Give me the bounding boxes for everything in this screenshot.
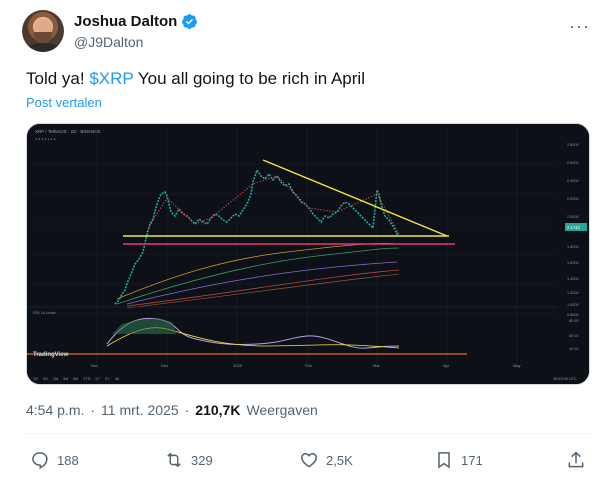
chart-symbol-header: XRP / TetherUS · 1D · BINANCE [35,129,100,134]
svg-text:3M: 3M [63,377,68,381]
bookmark-icon [438,452,450,469]
share-icon [568,451,584,468]
cashtag-link[interactable]: $XRP [89,69,133,88]
svg-text:● ● ● ● ● ● ●: ● ● ● ● ● ● ● [35,137,56,141]
svg-text:YTD: YTD [83,377,91,381]
svg-text:1.0000: 1.0000 [567,303,579,307]
svg-text:0.8000: 0.8000 [567,313,579,317]
verified-badge-icon [182,14,198,29]
reply-count: 188 [57,452,79,468]
views-count: 210,7K [195,402,241,418]
tweet-text: Told ya! $XRP You all going to be rich i… [26,68,365,90]
svg-text:40.00: 40.00 [569,347,579,351]
svg-text:2.4000: 2.4000 [567,179,579,183]
svg-text:1Y: 1Y [95,377,100,381]
svg-text:Mar: Mar [373,363,381,368]
svg-text:May: May [513,363,521,368]
action-bar: 188 329 2,5K 171 [26,450,590,476]
svg-text:2.2000: 2.2000 [567,197,579,201]
svg-text:15:53:08 UTC: 15:53:08 UTC [553,377,577,381]
svg-text:All: All [115,377,119,381]
views-label: Weergaven [246,402,318,418]
like-button[interactable]: 2,5K [299,450,353,470]
share-button[interactable] [566,450,586,470]
tweet-date[interactable]: 11 mrt. 2025 [101,402,179,418]
svg-text:2.0000: 2.0000 [567,215,579,219]
author-handle[interactable]: @J9Dalton [74,34,143,50]
translate-post-link[interactable]: Post vertalen [26,95,102,110]
svg-text:1.4000: 1.4000 [567,277,579,281]
tweet-time[interactable]: 4:54 p.m. [26,402,84,418]
svg-text:Apr: Apr [443,363,450,368]
reply-button[interactable]: 188 [30,450,79,470]
svg-text:2025: 2025 [233,363,243,368]
bookmark-button[interactable]: 171 [434,450,483,470]
repost-count: 329 [191,452,213,468]
svg-text:1M: 1M [53,377,58,381]
tweet-media-chart-image[interactable]: XRP / TetherUS · 1D · BINANCE ● ● ● ● ● … [26,123,590,385]
svg-text:5Y: 5Y [105,377,110,381]
svg-text:60.00: 60.00 [569,334,579,338]
reply-icon [32,452,48,469]
tweet-text-after: You all going to be rich in April [133,69,365,88]
tweet-text-before: Told ya! [26,69,90,88]
author-name[interactable]: Joshua Dalton [74,13,177,30]
svg-text:1.2000: 1.2000 [567,291,579,295]
svg-text:80.00: 80.00 [569,319,579,323]
svg-text:2.6000: 2.6000 [567,161,579,165]
divider [26,433,590,434]
svg-text:1.8000: 1.8000 [567,245,579,249]
svg-text:5D: 5D [43,377,48,381]
svg-text:2.8000: 2.8000 [567,143,579,147]
svg-text:Feb: Feb [305,363,313,368]
svg-text:Nov: Nov [91,363,98,368]
repost-button[interactable]: 329 [164,450,213,470]
chart-image-svg: XRP / TetherUS · 1D · BINANCE ● ● ● ● ● … [27,124,589,384]
svg-text:Dec: Dec [161,363,168,368]
heart-icon [301,452,317,468]
author-name-row[interactable]: Joshua Dalton [74,13,198,30]
like-count: 2,5K [326,452,353,468]
bookmark-count: 171 [461,452,483,468]
repost-icon [167,452,181,468]
svg-text:6M: 6M [73,377,78,381]
svg-text:1D: 1D [33,377,38,381]
svg-text:1.6000: 1.6000 [567,261,579,265]
tweet-header: Joshua Dalton @J9Dalton ··· [22,10,592,56]
tradingview-watermark: TradingView [33,352,69,358]
avatar[interactable] [22,10,64,52]
rsi-label: RSI 14 close [33,310,56,315]
more-options-icon[interactable]: ··· [569,16,590,37]
current-price-label: 2.1742 [567,225,580,230]
tweet-meta: 4:54 p.m. · 11 mrt. 2025 · 210,7K Weerga… [26,402,318,418]
